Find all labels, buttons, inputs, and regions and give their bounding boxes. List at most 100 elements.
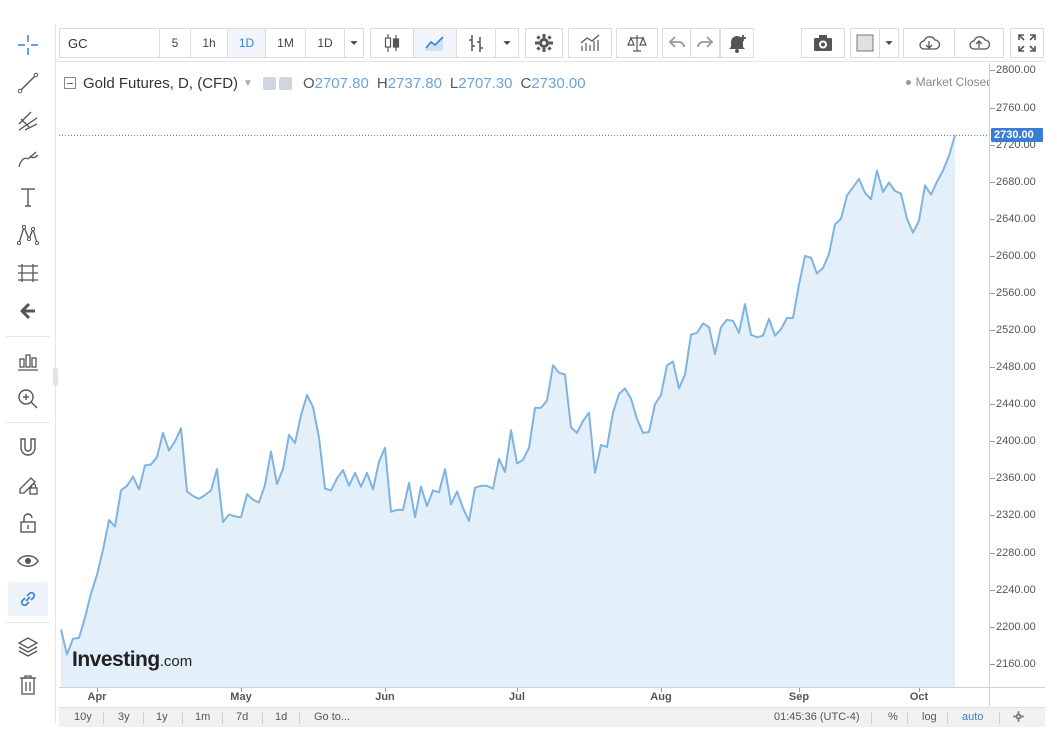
interval-5[interactable]: 5 [159, 28, 191, 58]
price-tick-label: 2400.00 [996, 435, 1036, 448]
alert-icon[interactable] [720, 28, 754, 58]
price-tick [990, 552, 995, 554]
brush-icon[interactable] [8, 142, 48, 176]
axis-corner [989, 687, 1045, 706]
cloud-download-icon[interactable] [903, 28, 955, 58]
eye-icon[interactable] [8, 544, 48, 578]
price-tick-label: 2280.00 [996, 546, 1036, 559]
text-icon[interactable] [8, 180, 48, 214]
fullscreen-icon[interactable] [1010, 28, 1044, 58]
price-tick [990, 292, 995, 294]
price-tick [990, 218, 995, 220]
compare-scale-icon[interactable] [616, 28, 658, 58]
top-toolbar: 5 1h 1D 1M 1D [56, 24, 1046, 62]
candles-icon[interactable] [370, 28, 414, 58]
price-tick-label: 2520.00 [996, 324, 1036, 337]
redo-icon[interactable] [690, 28, 720, 58]
interval-1d[interactable]: 1D [227, 28, 266, 58]
toolbar-collapse-handle[interactable] [53, 368, 58, 386]
legend-settings-icon[interactable] [278, 76, 292, 90]
range-1m[interactable]: 1m [195, 711, 210, 723]
pattern-icon[interactable] [8, 218, 48, 252]
price-tick-label: 2320.00 [996, 509, 1036, 522]
investing-watermark: Investing.com [72, 648, 192, 672]
range-10y[interactable]: 10y [74, 711, 92, 723]
price-tick [990, 478, 995, 480]
price-tick [990, 626, 995, 628]
color-dropdown[interactable] [879, 28, 899, 58]
range-3y[interactable]: 3y [118, 711, 130, 723]
time-tick-label: Sep [788, 691, 810, 703]
interval-1m[interactable]: 1M [265, 28, 306, 58]
time-tick-label: Apr [87, 691, 107, 703]
price-tick [990, 515, 995, 517]
magnet-icon[interactable] [8, 430, 48, 464]
bottom-settings-icon[interactable] [1012, 710, 1025, 726]
close-value: 2730.00 [531, 74, 586, 92]
auto-toggle[interactable]: auto [962, 711, 983, 723]
bars-compare-icon[interactable] [456, 28, 496, 58]
cloud-upload-icon[interactable] [954, 28, 1004, 58]
price-tick-label: 2200.00 [996, 620, 1036, 633]
price-axis[interactable]: 2800.00 2760.00 2720.00 2680.00 2640.00 2600.… [989, 63, 1045, 687]
fib-icon[interactable] [8, 256, 48, 290]
high-label: H [376, 74, 388, 92]
lock-pencil-icon[interactable] [8, 468, 48, 502]
zoom-in-icon[interactable] [8, 382, 48, 416]
trend-line-icon[interactable] [8, 66, 48, 100]
camera-icon[interactable] [801, 28, 845, 58]
pitchfork-icon[interactable] [8, 104, 48, 138]
time-tick-label: Aug [650, 691, 672, 703]
time-tick-label: Jul [509, 691, 525, 703]
status-dot-icon [905, 80, 911, 86]
close-label: C [520, 74, 532, 92]
price-tick-label: 2680.00 [996, 175, 1036, 188]
layers-icon[interactable] [8, 630, 48, 664]
open-label: O [302, 74, 315, 92]
back-arrow-icon[interactable] [8, 294, 48, 328]
clock-time[interactable]: 01:45:36 (UTC-4) [774, 711, 860, 723]
legend-visibility-icon[interactable] [262, 76, 276, 90]
price-tick [990, 441, 995, 443]
color-swatch-icon[interactable] [850, 28, 880, 58]
time-tick-label: Jun [375, 691, 395, 703]
unlock-icon[interactable] [8, 506, 48, 540]
interval-dropdown[interactable]: 1D [305, 28, 345, 58]
crosshair-icon[interactable] [8, 28, 48, 62]
undo-icon[interactable] [662, 28, 692, 58]
caret-down-icon[interactable] [344, 28, 364, 58]
range-7d[interactable]: 7d [236, 711, 248, 723]
percent-toggle[interactable]: % [888, 711, 898, 723]
settings-gear-icon[interactable] [525, 28, 563, 58]
indicators-icon[interactable] [568, 28, 612, 58]
link-icon[interactable] [8, 582, 48, 616]
area-chart-icon[interactable] [413, 28, 457, 58]
legend-collapse-button[interactable] [64, 77, 76, 89]
price-tick-label: 2760.00 [996, 101, 1036, 114]
measure-icon[interactable] [8, 344, 48, 378]
symbol-search-input[interactable] [59, 28, 159, 58]
drawing-toolbar [0, 24, 56, 724]
range-1d[interactable]: 1d [275, 711, 287, 723]
interval-1h[interactable]: 1h [190, 28, 228, 58]
low-label: L [449, 74, 459, 92]
low-value: 2707.30 [458, 74, 513, 92]
price-tick-label: 2640.00 [996, 212, 1036, 225]
legend-title[interactable]: Gold Futures, D, (CFD) [83, 75, 238, 92]
legend-caret-icon[interactable]: ▼ [243, 78, 253, 89]
watermark-domain: .com [159, 653, 193, 670]
series-legend: Gold Futures, D, (CFD) ▼ O 2707.80 H 2737.… [64, 72, 586, 94]
go-to-date[interactable]: Go to... [314, 711, 350, 723]
last-price-flag: 2730.00 [991, 128, 1043, 143]
log-toggle[interactable]: log [922, 711, 937, 723]
price-tick [990, 404, 995, 406]
price-tick [990, 589, 995, 591]
chart-type-dropdown[interactable] [495, 28, 519, 58]
price-tick-label: 2800.00 [996, 64, 1036, 77]
time-axis[interactable]: AprMayJunJulAugSepOct18 [59, 687, 1003, 706]
range-1y[interactable]: 1y [156, 711, 168, 723]
chart-plot-area[interactable] [59, 63, 989, 687]
price-tick [990, 330, 995, 332]
price-chart [59, 134, 989, 687]
trash-icon[interactable] [8, 668, 48, 702]
